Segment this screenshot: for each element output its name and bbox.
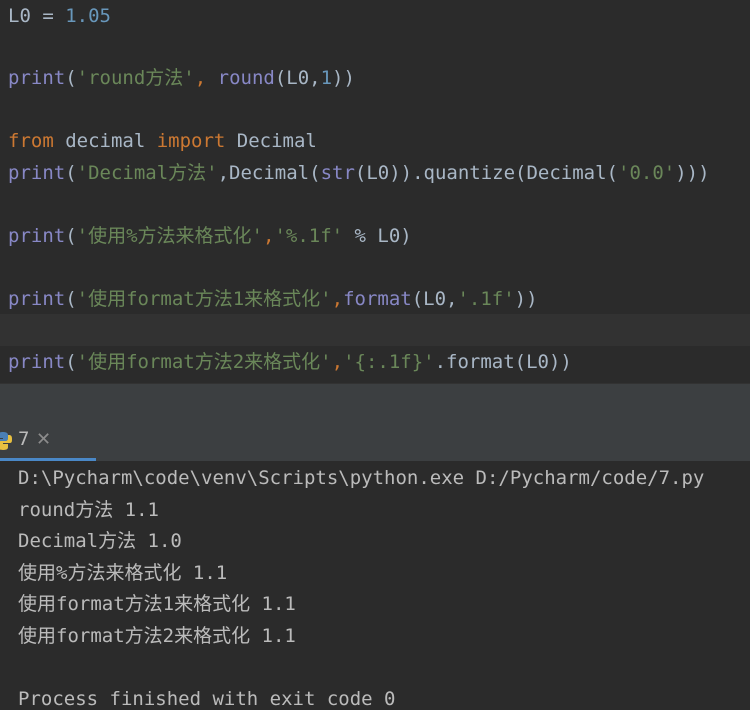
code-token-number: 1 (320, 67, 333, 89)
console-line: round方法 1.1 (18, 499, 159, 521)
code-token: decimal (53, 130, 157, 152)
code-line-7[interactable]: print('使用format方法2来格式化','{:.1f}'.format(… (8, 346, 572, 378)
code-token: ( (65, 351, 77, 373)
code-token-string: '使用format方法1来格式化' (76, 288, 332, 310)
code-line-2[interactable]: print('round方法', round(L0,1)) (8, 62, 355, 94)
console-line: D:\Pycharm\code\venv\Scripts\python.exe … (18, 467, 705, 489)
code-token: .format(L0)) (434, 351, 572, 373)
code-token: (L0, (274, 67, 321, 89)
code-line-1[interactable]: L0 = 1.05 (8, 0, 111, 32)
code-token: , (194, 67, 218, 89)
code-token-number: 1.05 (65, 5, 111, 27)
code-token-string: '{:.1f}' (343, 351, 435, 373)
run-console-output[interactable]: D:\Pycharm\code\venv\Scripts\python.exe … (0, 462, 750, 710)
console-line: 使用format方法1来格式化 1.1 (18, 593, 296, 615)
active-tab-indicator (0, 458, 96, 461)
code-token-string: '0.0' (618, 162, 676, 184)
code-token: ( (65, 225, 77, 247)
code-token-builtin: print (8, 288, 66, 310)
code-token: (L0, (411, 288, 458, 310)
code-editor[interactable]: L0 = 1.05 print('round方法', round(L0,1)) … (0, 0, 750, 383)
code-token: = (30, 5, 66, 27)
code-token: Decimal (225, 130, 317, 152)
current-line-highlight (0, 314, 750, 346)
code-token-builtin: print (8, 162, 66, 184)
code-line-4[interactable]: print('Decimal方法',Decimal(str(L0)).quant… (8, 157, 710, 189)
code-token: , (331, 288, 344, 310)
run-tab-7[interactable]: 7 ✕ (0, 421, 96, 461)
code-token-string: '%.1f' (274, 225, 344, 247)
code-token-string: '.1f' (457, 288, 515, 310)
console-line: Process finished with exit code 0 (18, 688, 396, 710)
code-token: ( (65, 162, 77, 184)
run-tool-window-tabbar: 7 ✕ (0, 421, 750, 462)
code-token-keyword: from (8, 130, 54, 152)
code-token: ,Decimal( (217, 162, 321, 184)
code-token-builtin: print (8, 225, 66, 247)
code-token: % L0) (343, 225, 412, 247)
console-line: 使用format方法2来格式化 1.1 (18, 625, 296, 647)
code-line-5[interactable]: print('使用%方法来格式化','%.1f' % L0) (8, 220, 412, 252)
code-token: )) (514, 288, 538, 310)
code-token: ( (65, 67, 77, 89)
code-token: L0 (8, 5, 31, 27)
code-token: ( (65, 288, 77, 310)
code-token-string: 'round方法' (76, 67, 195, 89)
python-icon (0, 432, 12, 450)
code-token: )) (332, 67, 355, 89)
code-token: ))) (675, 162, 710, 184)
run-tab-label: 7 (18, 428, 30, 450)
code-token-builtin: str (320, 162, 355, 184)
code-token-string: '使用%方法来格式化' (76, 225, 263, 247)
code-token-builtin: format (343, 288, 412, 310)
console-line: 使用%方法来格式化 1.1 (18, 562, 228, 584)
close-icon[interactable]: ✕ (36, 429, 51, 450)
code-token-builtin: print (8, 67, 66, 89)
code-line-6[interactable]: print('使用format方法1来格式化',format(L0,'.1f')… (8, 283, 538, 315)
code-token: (L0)).quantize(Decimal( (354, 162, 618, 184)
code-token: , (262, 225, 275, 247)
code-token-string: 'Decimal方法' (76, 162, 218, 184)
console-line: Decimal方法 1.0 (18, 530, 182, 552)
code-token-builtin: print (8, 351, 66, 373)
panel-divider[interactable] (0, 383, 750, 422)
code-line-3[interactable]: from decimal import Decimal (8, 125, 317, 157)
code-token-string: '使用format方法2来格式化' (76, 351, 332, 373)
code-token-keyword: import (156, 130, 226, 152)
code-token-builtin: round (217, 67, 275, 89)
code-token: , (331, 351, 344, 373)
